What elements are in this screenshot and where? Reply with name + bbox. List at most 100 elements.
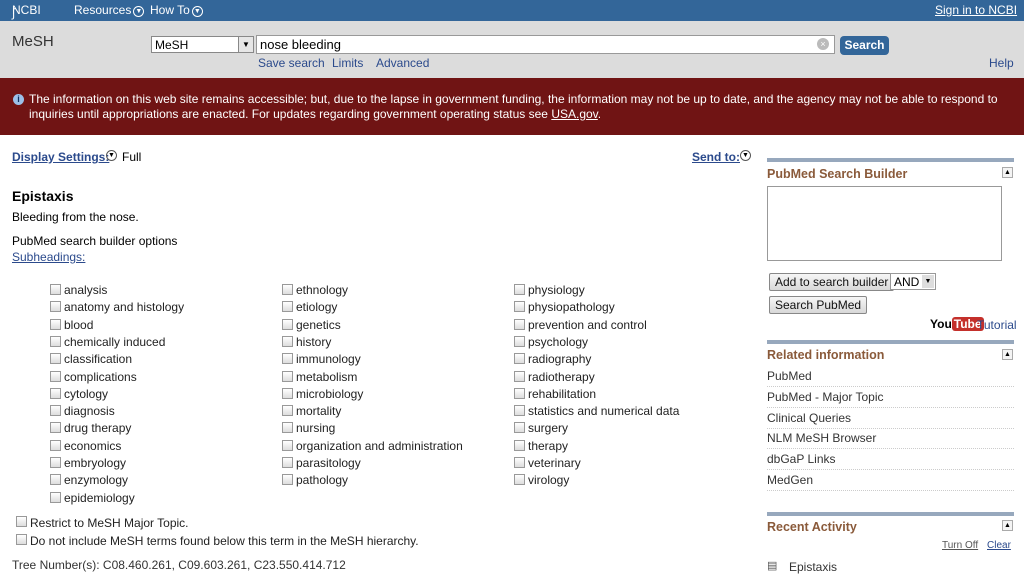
tutorial-link[interactable]: Tutorial xyxy=(977,318,1017,332)
subheading-checkbox[interactable] xyxy=(282,370,293,382)
subheadings-link[interactable]: Subheadings: xyxy=(12,250,85,264)
clear-icon[interactable]: × xyxy=(817,38,829,50)
chevron-down-icon[interactable]: ▼ xyxy=(740,150,751,161)
subheading-label: radiography xyxy=(528,352,592,367)
subheading-checkbox[interactable] xyxy=(514,474,525,486)
subheading-checkbox[interactable] xyxy=(514,284,525,295)
operator-select[interactable]: AND ▼ xyxy=(890,273,936,290)
subheading-checkbox[interactable] xyxy=(50,335,61,347)
related-link[interactable]: MedGen xyxy=(767,470,1014,491)
subheading-checkbox[interactable] xyxy=(514,422,525,434)
subheading-checkbox[interactable] xyxy=(514,405,525,417)
collapse-icon[interactable]: ▲ xyxy=(1002,520,1013,531)
related-link[interactable]: NLM MeSH Browser xyxy=(767,428,1014,450)
send-to-link[interactable]: Send to: xyxy=(692,150,740,164)
subheading-checkbox[interactable] xyxy=(50,422,61,434)
subheading-label: prevention and control xyxy=(528,317,647,332)
display-settings-link[interactable]: Display Settings: xyxy=(12,150,109,164)
subheading-checkbox[interactable] xyxy=(50,370,61,382)
subheading-checkbox[interactable] xyxy=(50,318,61,330)
subheading-checkbox[interactable] xyxy=(514,353,525,365)
advanced-link[interactable]: Advanced xyxy=(376,56,429,70)
subheading-checkbox[interactable] xyxy=(282,387,293,399)
display-format: Full xyxy=(122,150,142,164)
subheading-label: diagnosis xyxy=(64,404,115,419)
howto-menu[interactable]: How To ▼ xyxy=(150,3,203,17)
subheading-checkbox[interactable] xyxy=(50,457,61,468)
divider xyxy=(767,340,1014,344)
dropdown-arrow-icon: ▼ xyxy=(238,37,253,52)
search-button[interactable]: Search xyxy=(840,36,889,55)
search-bar: MeSH MeSH ▼ nose bleeding × Search Save se… xyxy=(0,21,1024,78)
resources-menu[interactable]: Resources ▼ xyxy=(74,3,145,17)
builder-options-label: PubMed search builder options xyxy=(12,234,178,248)
subheading-checkbox[interactable] xyxy=(282,439,293,451)
subheading-label: chemically induced xyxy=(64,334,166,349)
database-select[interactable]: MeSH ▼ xyxy=(151,36,254,53)
collapse-icon[interactable]: ▲ xyxy=(1002,167,1013,178)
clear-link[interactable]: Clear xyxy=(987,540,1011,551)
related-info-title: Related information xyxy=(767,348,885,362)
subheading-checkbox[interactable] xyxy=(282,301,293,313)
subheading-checkbox[interactable] xyxy=(50,491,61,503)
subheading-checkbox[interactable] xyxy=(514,457,525,468)
subheading-checkbox[interactable] xyxy=(282,405,293,417)
subheading-checkbox[interactable] xyxy=(50,353,61,365)
chevron-down-icon: ▼ xyxy=(133,6,145,17)
subheading-checkbox[interactable] xyxy=(50,439,61,451)
subheading-label: classification xyxy=(64,352,133,367)
chevron-down-icon[interactable]: ▼ xyxy=(106,150,117,161)
subheading-checkbox[interactable] xyxy=(514,318,525,330)
subheading-checkbox[interactable] xyxy=(50,474,61,486)
database-select-value: MeSH xyxy=(155,38,189,52)
subheading-checkbox[interactable] xyxy=(282,284,293,295)
subheading-checkbox[interactable] xyxy=(514,370,525,382)
subheading-checkbox[interactable] xyxy=(514,335,525,347)
subheading-checkbox[interactable] xyxy=(282,335,293,347)
subheading-checkbox[interactable] xyxy=(282,474,293,486)
subheading-checkbox[interactable] xyxy=(282,457,293,468)
helix-icon: ∫ xyxy=(12,6,16,20)
related-link[interactable]: PubMed - Major Topic xyxy=(767,387,1014,408)
subheading-checkbox[interactable] xyxy=(514,387,525,399)
limits-link[interactable]: Limits xyxy=(332,56,363,70)
subheading-checkbox[interactable] xyxy=(514,439,525,451)
subheading-label: history xyxy=(296,334,332,349)
subheading-label: radiotherapy xyxy=(528,369,595,384)
dropdown-arrow-icon: ▼ xyxy=(922,275,934,288)
exclude-below-checkbox[interactable] xyxy=(16,534,27,545)
subheading-checkbox[interactable] xyxy=(50,387,61,399)
subheading-label: pathology xyxy=(296,473,349,488)
search-pubmed-button[interactable]: Search PubMed xyxy=(769,296,868,314)
subheading-label: statistics and numerical data xyxy=(528,404,680,419)
funding-notice-banner: i The information on this web site remai… xyxy=(0,78,1024,135)
major-topic-checkbox[interactable] xyxy=(16,516,27,527)
subheading-checkbox[interactable] xyxy=(50,284,61,295)
subheading-checkbox[interactable] xyxy=(50,301,61,313)
help-link[interactable]: Help xyxy=(989,56,1014,70)
sign-in-link[interactable]: Sign in to NCBI xyxy=(935,3,1017,17)
search-query: nose bleeding xyxy=(260,37,341,52)
add-to-search-builder-button[interactable]: Add to search builder xyxy=(769,273,895,291)
subheading-checkbox[interactable] xyxy=(282,318,293,330)
recent-activity-title: Recent Activity xyxy=(767,520,857,534)
subheading-checkbox[interactable] xyxy=(282,422,293,434)
resources-label: Resources xyxy=(74,3,132,17)
collapse-icon[interactable]: ▲ xyxy=(1002,349,1013,360)
subheading-label: organization and administration xyxy=(296,438,463,453)
search-builder-textarea[interactable] xyxy=(767,186,1002,261)
save-search-link[interactable]: Save search xyxy=(258,56,325,70)
usa-gov-link[interactable]: USA.gov xyxy=(551,107,597,121)
subheading-checkbox[interactable] xyxy=(50,405,61,417)
related-link[interactable]: dbGaP Links xyxy=(767,449,1014,471)
related-link[interactable]: PubMed xyxy=(767,366,1014,387)
ncbi-logo[interactable]: ∫ NCBI xyxy=(12,3,41,20)
subheading-checkbox[interactable] xyxy=(514,301,525,313)
search-input[interactable]: nose bleeding × xyxy=(256,35,835,54)
divider xyxy=(767,158,1014,162)
subheading-checkbox[interactable] xyxy=(282,353,293,365)
recent-item[interactable]: Epistaxis xyxy=(789,560,837,574)
turn-off-link[interactable]: Turn Off xyxy=(942,540,978,551)
related-link[interactable]: Clinical Queries xyxy=(767,408,1014,429)
subheading-label: rehabilitation xyxy=(528,386,597,401)
